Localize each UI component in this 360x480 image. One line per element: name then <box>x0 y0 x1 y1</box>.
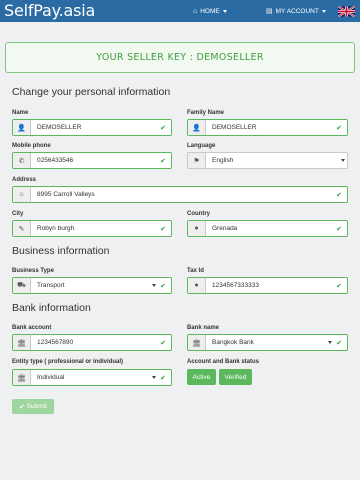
user-icon: 👤 <box>188 120 206 135</box>
bank-icon: 🏛 <box>13 335 31 350</box>
submit-button[interactable]: ✔ Submit <box>12 399 54 414</box>
section-bank-title: Bank information <box>12 302 91 314</box>
pencil-icon: ✎ <box>13 221 31 236</box>
mobile-label: Mobile phone <box>12 143 51 149</box>
check-icon: ✔ <box>19 403 25 411</box>
country-label: Country <box>187 211 210 217</box>
business-type-select[interactable]: ⛟ Transport ✔ <box>12 277 172 294</box>
seller-key-banner: YOUR SELLER KEY : DEMOSELLER <box>5 42 355 73</box>
address-field[interactable]: ⌂ 8995 Carroll Valleys ✔ <box>12 186 348 203</box>
tax-id-field[interactable]: ● 1234567333333 ✔ <box>187 277 348 294</box>
coin-icon: ● <box>188 278 206 293</box>
chevron-down-icon <box>321 9 326 13</box>
home-icon: ⌂ <box>193 7 198 15</box>
bank-account-field[interactable]: 🏛 1234567890 ✔ <box>12 334 172 351</box>
bank-name-select[interactable]: 🏛 Bangkok Bank ✔ <box>187 334 348 351</box>
check-icon: ✔ <box>160 157 166 165</box>
name-value: DEMOSELLER <box>37 124 82 131</box>
account-card-icon: ▤ <box>266 8 273 15</box>
flag-icon: ⚑ <box>188 153 206 168</box>
entity-type-select[interactable]: 🏛 Individual ✔ <box>12 369 172 386</box>
city-label: City <box>12 211 24 217</box>
country-field[interactable]: ● Grenada ✔ <box>187 220 348 237</box>
language-select[interactable]: ⚑ English <box>187 152 348 169</box>
check-icon: ✔ <box>160 339 166 347</box>
language-value: English <box>212 157 234 164</box>
bank-account-value: 1234567890 <box>37 339 74 346</box>
check-icon: ✔ <box>336 225 342 233</box>
chevron-down-icon <box>222 9 227 13</box>
chevron-down-icon <box>149 376 158 379</box>
check-icon: ✔ <box>160 124 166 132</box>
home-icon: ⌂ <box>13 187 31 202</box>
language-label: Language <box>187 143 216 149</box>
brand-logo[interactable]: SelfPay.asia <box>4 0 95 22</box>
submit-label: Submit <box>26 403 47 410</box>
country-value: Grenada <box>212 225 238 232</box>
chevron-down-icon <box>149 284 158 287</box>
city-field[interactable]: ✎ Robyn burgh ✔ <box>12 220 172 237</box>
check-icon: ✔ <box>336 282 342 290</box>
check-icon: ✔ <box>336 124 342 132</box>
bank-account-label: Bank account <box>12 325 52 331</box>
bank-name-label: Bank name <box>187 325 220 331</box>
check-icon: ✔ <box>336 339 342 347</box>
bank-icon: 🏛 <box>188 335 206 350</box>
bank-icon: 🏛 <box>13 370 31 385</box>
bank-name-value: Bangkok Bank <box>212 339 254 346</box>
nav-account-label: MY ACCOUNT <box>275 7 319 15</box>
address-value: 8995 Carroll Valleys <box>37 191 95 198</box>
account-active-badge: Active <box>187 369 216 385</box>
mobile-value: 0256433546 <box>37 157 74 164</box>
family-name-value: DEMOSELLER <box>212 124 257 131</box>
entity-type-label: Entity type ( professional or individual… <box>12 359 124 365</box>
name-label: Name <box>12 110 29 116</box>
section-business-title: Business information <box>12 245 110 257</box>
account-status-label: Account and Bank status <box>187 359 260 365</box>
mobile-field[interactable]: ✆ 0256433546 ✔ <box>12 152 172 169</box>
section-personal-title: Change your personal information <box>12 86 171 98</box>
check-icon: ✔ <box>160 374 166 382</box>
phone-icon: ✆ <box>13 153 31 168</box>
truck-icon: ⛟ <box>13 278 31 293</box>
top-navbar: SelfPay.asia ⌂ HOME ▤ MY ACCOUNT <box>0 0 360 22</box>
check-icon: ✔ <box>336 191 342 199</box>
check-icon: ✔ <box>160 282 166 290</box>
bank-verified-badge: Verified <box>219 369 252 385</box>
business-type-label: Business Type <box>12 268 54 274</box>
check-icon: ✔ <box>160 225 166 233</box>
family-name-field[interactable]: 👤 DEMOSELLER ✔ <box>187 119 348 136</box>
globe-icon: ● <box>188 221 206 236</box>
chevron-down-icon <box>338 159 347 162</box>
name-field[interactable]: 👤 DEMOSELLER ✔ <box>12 119 172 136</box>
seller-key-text: YOUR SELLER KEY : DEMOSELLER <box>96 52 264 63</box>
uk-flag-icon[interactable] <box>338 6 355 17</box>
city-value: Robyn burgh <box>37 225 75 232</box>
tax-id-label: Tax Id <box>187 268 204 274</box>
business-type-value: Transport <box>37 282 65 289</box>
address-label: Address <box>12 177 37 183</box>
tax-id-value: 1234567333333 <box>212 282 259 289</box>
nav-home-link[interactable]: ⌂ HOME <box>193 0 227 22</box>
entity-type-value: Individual <box>37 374 65 381</box>
nav-home-label: HOME <box>200 7 220 15</box>
chevron-down-icon <box>325 341 334 344</box>
family-name-label: Family Name <box>187 110 225 116</box>
nav-account-menu[interactable]: ▤ MY ACCOUNT <box>266 0 326 22</box>
user-icon: 👤 <box>13 120 31 135</box>
